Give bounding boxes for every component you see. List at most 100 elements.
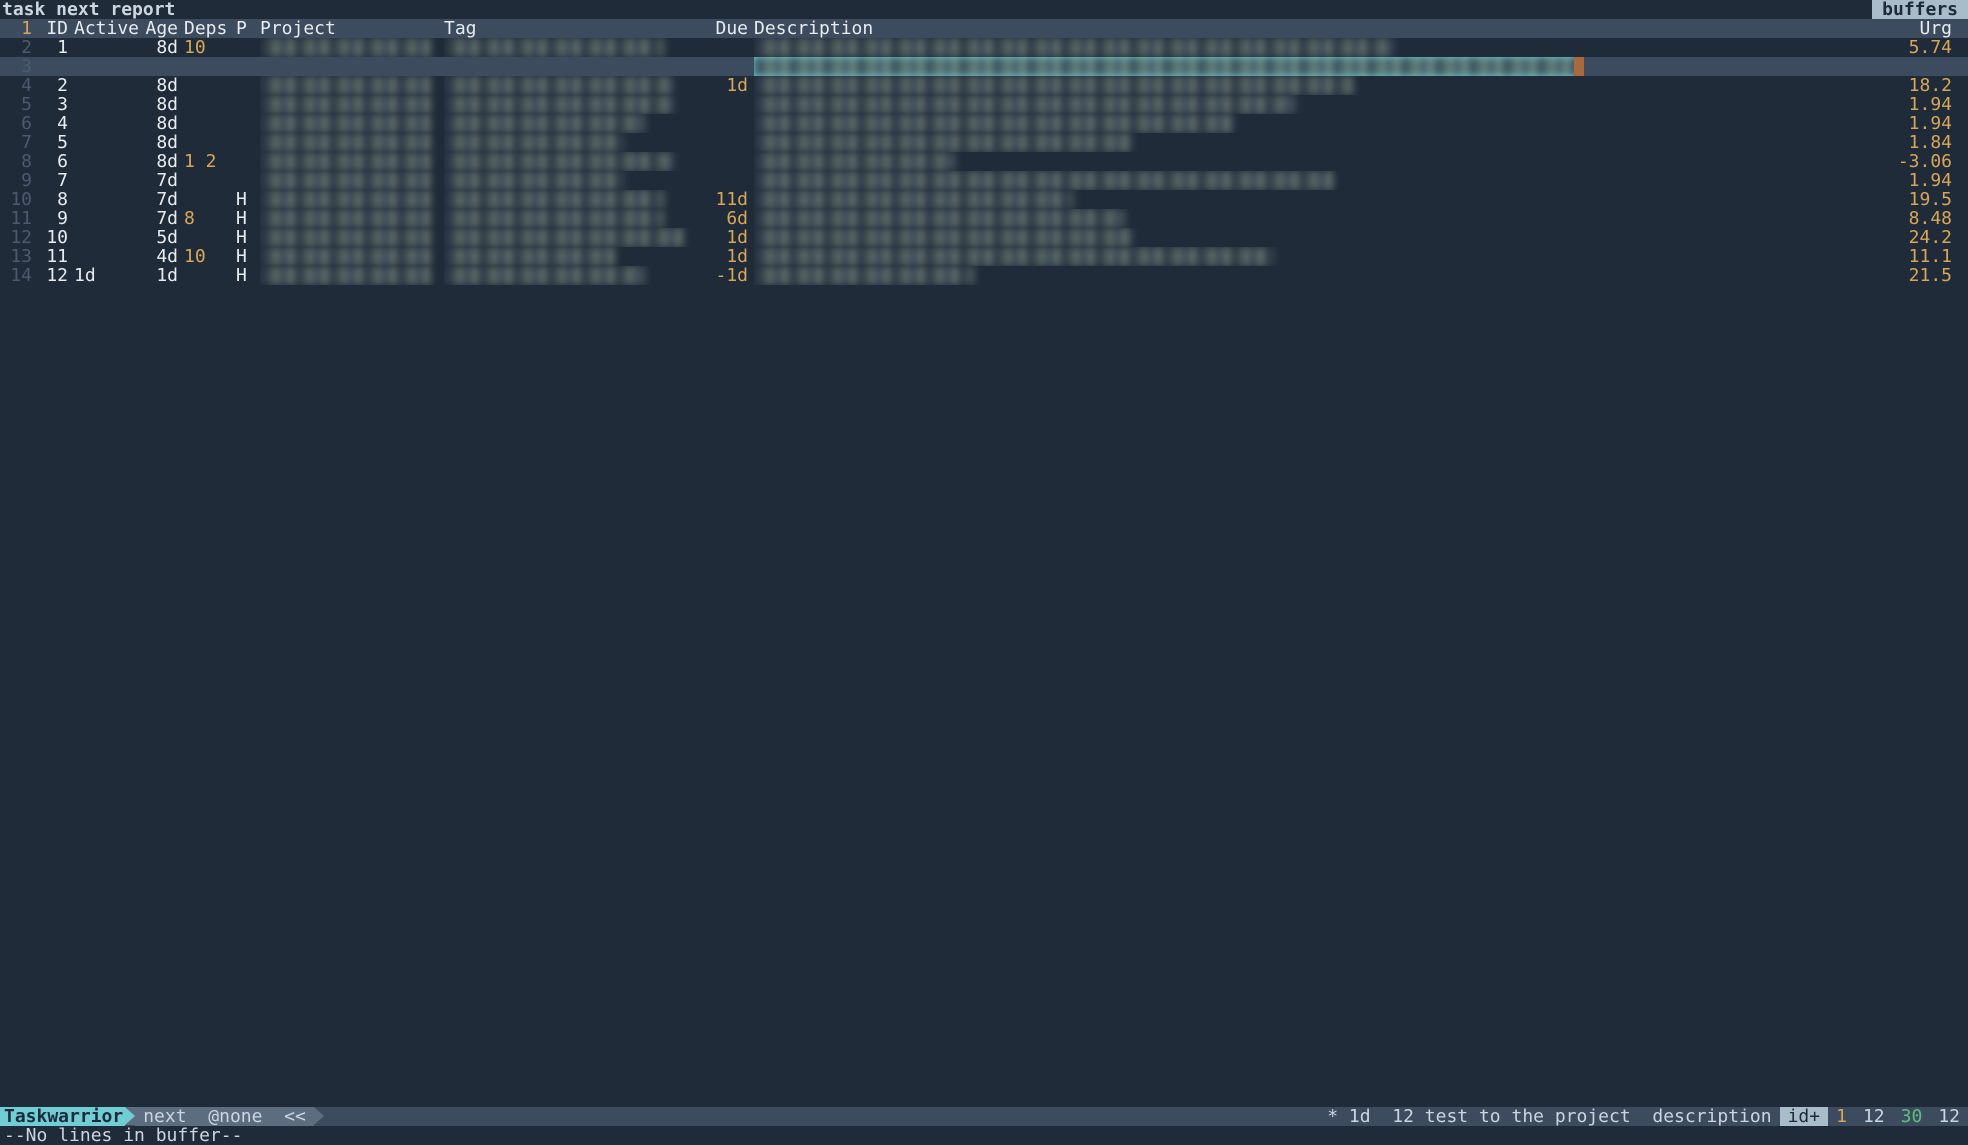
cell-description [754,209,1584,228]
cell-id: 6 [38,152,74,171]
table-row[interactable]: 977d1.94 [0,171,1968,190]
col-header-deps: Deps [184,19,236,38]
cell-due: 1d [702,247,754,266]
powerline-arrow-icon [314,1107,324,1125]
cell-priority [236,114,260,133]
table-row[interactable]: 14121d1dH-1d21.5 [0,266,1968,285]
cell-age: 1d [140,266,184,285]
cell-due [702,57,754,76]
table-row[interactable]: 868d1 2-3.06 [0,152,1968,171]
cell-deps [184,228,236,247]
cell-tag [444,228,702,247]
cell-age [140,57,184,76]
cell-priority: H [236,266,260,285]
cell-tag [444,57,702,76]
cell-project [260,247,444,266]
cell-description [754,152,1584,171]
cell-description [754,114,1584,133]
cell-project [260,190,444,209]
redacted-content [260,133,430,152]
cell-lineno: 13 [0,247,38,266]
cell-tag [444,152,702,171]
cell-description [754,133,1584,152]
table-row[interactable]: 13114d10H1d11.1 [0,247,1968,266]
cell-urgency [1584,57,1968,76]
cell-description [754,266,1584,285]
cell-id: 8 [38,190,74,209]
cell-id: 9 [38,209,74,228]
cell-tag [444,266,702,285]
redacted-content [444,76,674,95]
cell-active [74,133,140,152]
cell-active [74,228,140,247]
redacted-content [754,266,974,285]
table-row[interactable]: 758d1.84 [0,133,1968,152]
cell-active [74,190,140,209]
cell-due: -1d [702,266,754,285]
cell-lineno: 2 [0,38,38,57]
cell-tag [444,133,702,152]
col-header-id: ID [38,19,74,38]
cell-priority [236,133,260,152]
redacted-content [260,228,430,247]
cell-priority [236,95,260,114]
redacted-content [754,114,1234,133]
cell-priority: H [236,247,260,266]
table-row[interactable]: 12105dH1d24.2 [0,228,1968,247]
cell-deps [184,114,236,133]
cell-lineno: 7 [0,133,38,152]
cell-active [74,171,140,190]
table-row[interactable]: 1197d8H6d8.48 [0,209,1968,228]
redacted-content [444,266,644,285]
command-line[interactable]: --No lines in buffer-- [0,1126,1968,1145]
tab-buffers[interactable]: buffers [1872,0,1968,19]
cell-tag [444,247,702,266]
cell-priority [236,171,260,190]
status-report: next @none << [135,1107,314,1126]
cell-lineno: 4 [0,76,38,95]
cell-urgency: 1.84 [1584,133,1968,152]
cell-project [260,266,444,285]
cell-active [74,152,140,171]
redacted-content [260,76,430,95]
cell-lineno: 12 [0,228,38,247]
redacted-content [260,190,430,209]
cell-project [260,171,444,190]
redacted-content [260,209,430,228]
redacted-content [260,266,430,285]
redacted-content [444,247,614,266]
status-report-text: next [143,1107,186,1126]
cell-deps [184,190,236,209]
cell-deps: 8 [184,209,236,228]
cell-deps [184,76,236,95]
table-row[interactable]: 648d1.94 [0,114,1968,133]
cell-deps: 10 [184,38,236,57]
cell-id: 12 [38,266,74,285]
table-row[interactable]: 218d105.74 [0,38,1968,57]
cell-tag [444,190,702,209]
cell-tag [444,209,702,228]
cell-urgency: 24.2 [1584,228,1968,247]
cell-active [74,38,140,57]
cell-id: 10 [38,228,74,247]
table-row[interactable]: 538d1.94 [0,95,1968,114]
redacted-content [754,209,1124,228]
redacted-content [754,190,1074,209]
cell-project [260,95,444,114]
cell-age: 8d [140,114,184,133]
redacted-content [754,95,1294,114]
col-header-desc: Description [754,19,1584,38]
table-row[interactable]: 3 [0,57,1968,76]
cell-age: 5d [140,228,184,247]
redacted-content [444,95,674,114]
cell-urgency: 1.94 [1584,95,1968,114]
cell-age: 7d [140,209,184,228]
redacted-content [260,95,430,114]
cell-lineno: 6 [0,114,38,133]
status-fill [324,1107,1319,1126]
cell-priority [236,57,260,76]
table-row[interactable]: 428d1d18.2 [0,76,1968,95]
table-row[interactable]: 1087dH11d19.5 [0,190,1968,209]
redacted-content [260,114,430,133]
cell-lineno: 11 [0,209,38,228]
